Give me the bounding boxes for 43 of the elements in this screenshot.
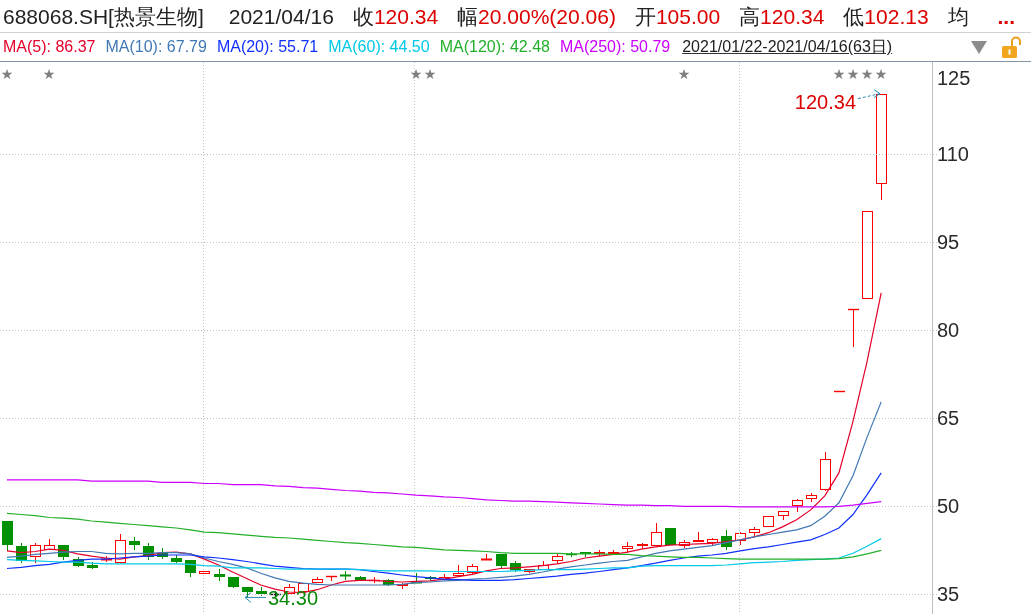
field-label: 开 — [634, 5, 656, 27]
stock-symbol: 688068.SH[热景生物] — [3, 5, 204, 27]
event-star[interactable]: ★ — [677, 66, 691, 82]
dropdown-triangle-icon[interactable] — [971, 40, 987, 54]
event-star[interactable]: ★ — [409, 66, 423, 82]
price-axis-label: 125 — [937, 67, 971, 89]
field-value: 20.00%(20.06) — [478, 5, 616, 27]
event-star[interactable]: ★ — [860, 66, 874, 82]
event-star[interactable]: ★ — [423, 66, 437, 82]
price-axis-label: 95 — [937, 231, 960, 254]
price-axis-label: 110 — [937, 143, 969, 166]
price-axis-label: 35 — [937, 583, 960, 606]
price-axis-label: 80 — [937, 319, 960, 342]
moving-average-legend: MA(120): 42.48 — [439, 39, 550, 55]
field-label: 幅 — [457, 5, 479, 27]
price-axis-label: 50 — [937, 495, 960, 518]
padlock-icon[interactable] — [1001, 36, 1022, 58]
event-star[interactable]: ★ — [42, 66, 56, 82]
price-axis-label: 65 — [937, 407, 960, 430]
event-star[interactable]: ★ — [0, 66, 14, 82]
moving-average-legend: MA(20): 55.71 — [216, 39, 319, 55]
field-label: 收 — [352, 5, 374, 27]
more-indicator[interactable]: ... — [997, 5, 1015, 27]
date-range-link[interactable]: 2021/01/22-2021/04/16(63日) — [682, 39, 893, 55]
field-label: 均 — [947, 5, 969, 27]
field-value: 105.00 — [655, 5, 721, 27]
high-price-label: 120.34 — [794, 90, 856, 113]
pointer-arrow — [244, 591, 267, 603]
moving-average-legend: MA(60): 44.50 — [328, 39, 430, 55]
pointer-arrow — [857, 89, 881, 100]
event-star[interactable]: ★ — [846, 66, 860, 82]
field-value: 120.34 — [760, 5, 825, 27]
field-value: 120.34 — [373, 5, 439, 27]
field-label: 低 — [843, 5, 865, 27]
field-label: 高 — [739, 5, 761, 27]
moving-average-legend: MA(250): 50.79 — [559, 39, 671, 55]
moving-average-legend: MA(5): 86.37 — [3, 39, 96, 55]
low-price-label: 34.30 — [268, 587, 319, 610]
event-star[interactable]: ★ — [832, 66, 846, 82]
field-value: 102.13 — [864, 5, 929, 27]
quote-date: 2021/04/16 — [228, 5, 334, 27]
moving-average-legend: MA(10): 67.79 — [105, 39, 207, 55]
event-star[interactable]: ★ — [874, 66, 888, 82]
